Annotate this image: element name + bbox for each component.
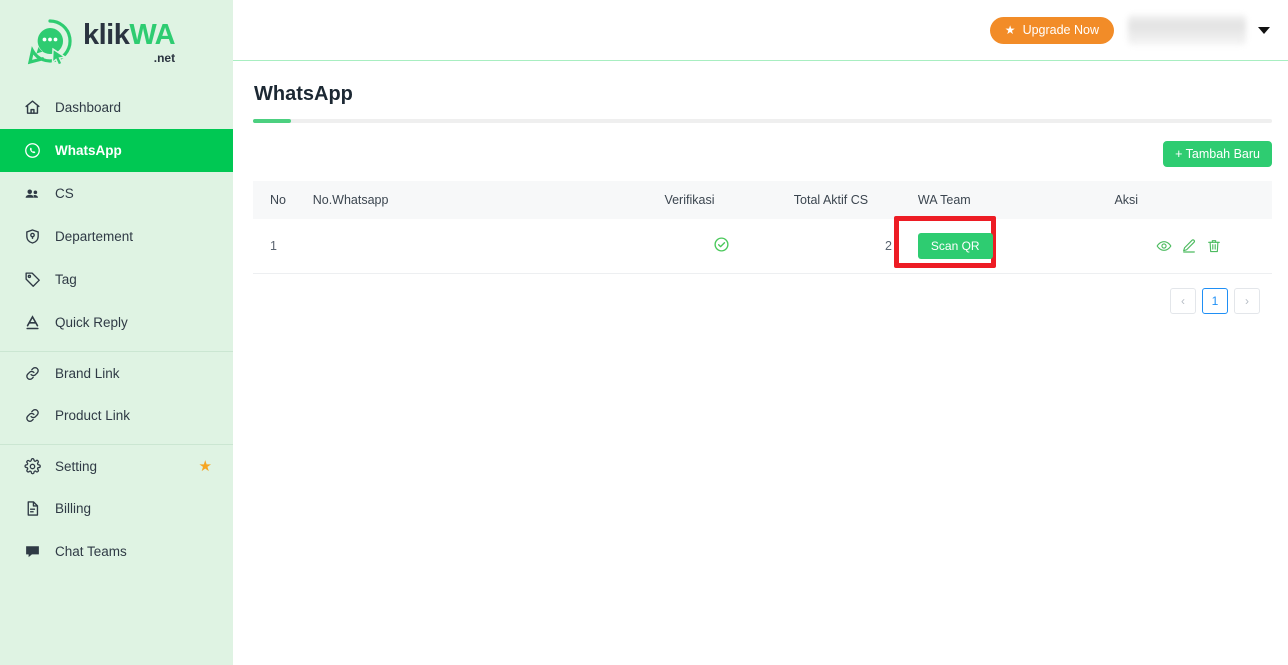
sidebar-item-label: Quick Reply — [55, 315, 128, 330]
sidebar-item-brand-link[interactable]: Brand Link — [0, 351, 233, 394]
sidebar-item-dashboard[interactable]: Dashboard — [0, 86, 233, 129]
column-header-whatsapp: No.Whatsapp — [304, 181, 657, 219]
document-icon — [21, 498, 43, 520]
tag-icon — [21, 269, 43, 291]
sidebar-item-product-link[interactable]: Product Link — [0, 394, 233, 437]
column-header-verifikasi: Verifikasi — [656, 181, 786, 219]
sidebar-nav: Dashboard WhatsApp CS Departement Tag Qu… — [0, 86, 233, 573]
cell-verifikasi — [656, 219, 786, 274]
chevron-down-icon[interactable] — [1258, 26, 1270, 34]
cell-no: 1 — [253, 219, 305, 274]
table-toolbar: + Tambah Baru — [253, 141, 1272, 167]
logo-wa-text: WA — [129, 18, 176, 51]
brand-wordmark: klikWA .net — [83, 18, 176, 65]
upgrade-now-button[interactable]: ★ Upgrade Now — [989, 16, 1114, 44]
scan-qr-button[interactable]: Scan QR — [917, 232, 993, 259]
column-header-total-aktif-cs: Total Aktif CS — [785, 181, 910, 219]
chat-icon — [21, 541, 43, 563]
shield-icon — [21, 226, 43, 248]
pagination-prev[interactable]: ‹ — [1170, 287, 1196, 314]
people-icon — [21, 183, 43, 205]
sidebar-item-label: Chat Teams — [55, 544, 127, 559]
column-header-wa-team: WA Team — [909, 181, 1107, 219]
gear-icon — [21, 455, 43, 477]
sidebar-item-label: Departement — [55, 229, 134, 244]
sidebar-item-label: Tag — [55, 272, 77, 287]
cell-aksi — [1106, 219, 1272, 274]
add-new-button[interactable]: + Tambah Baru — [1163, 141, 1272, 167]
pagination-page-1[interactable]: 1 — [1202, 287, 1228, 314]
table-head: No No.Whatsapp Verifikasi Total Aktif CS… — [253, 181, 1272, 219]
upgrade-now-label: Upgrade Now — [1022, 23, 1099, 37]
table-body: 1 2 Scan QR — [253, 215, 1272, 274]
link-icon — [21, 405, 43, 427]
sidebar-item-cs[interactable]: CS — [0, 172, 233, 215]
column-header-no: No — [253, 181, 305, 219]
cell-whatsapp-number — [304, 219, 657, 274]
pagination-next[interactable]: › — [1234, 287, 1260, 314]
sidebar-item-label: Product Link — [55, 408, 131, 423]
logo-klik-text: klik — [83, 18, 130, 51]
sidebar-item-departement[interactable]: Departement — [0, 215, 233, 258]
sidebar: klikWA .net Dashboard WhatsApp CS Depart… — [0, 0, 233, 665]
star-icon: ★ — [1004, 23, 1016, 37]
logo-tld-text: .net — [153, 50, 176, 65]
check-circle-icon — [713, 236, 730, 253]
sidebar-item-label: WhatsApp — [55, 143, 122, 158]
sidebar-item-label: Setting — [55, 458, 98, 474]
cell-wa-team: Scan QR — [893, 215, 1107, 274]
sidebar-item-tag[interactable]: Tag — [0, 258, 233, 301]
home-icon — [21, 97, 43, 119]
pagination: ‹ 1 › — [253, 287, 1272, 314]
sidebar-item-billing[interactable]: Billing — [0, 487, 233, 530]
main-area: ★ Upgrade Now WhatsApp + Tambah Baru No … — [233, 0, 1288, 665]
link-icon — [21, 362, 43, 384]
top-bar: ★ Upgrade Now — [233, 0, 1288, 61]
user-name-redacted — [1128, 15, 1246, 45]
sidebar-item-setting[interactable]: Setting ★ — [0, 444, 233, 487]
table-header-row: No No.Whatsapp Verifikasi Total Aktif CS… — [253, 181, 1272, 219]
trash-icon[interactable] — [1206, 238, 1222, 254]
chat-bubble-cursor-icon — [24, 16, 76, 68]
brand-logo[interactable]: klikWA .net — [0, 0, 233, 84]
whatsapp-table: No No.Whatsapp Verifikasi Total Aktif CS… — [253, 181, 1272, 274]
column-header-aksi: Aksi — [1106, 181, 1272, 219]
scan-qr-wrapper: Scan QR — [893, 215, 996, 268]
content-area: WhatsApp + Tambah Baru No No.Whatsapp Ve… — [233, 61, 1288, 314]
sidebar-item-label: Dashboard — [55, 100, 122, 115]
title-accent-rule — [253, 119, 1272, 123]
page-title: WhatsApp — [254, 83, 353, 105]
action-icon-group — [1114, 238, 1264, 254]
app-root: klikWA .net Dashboard WhatsApp CS Depart… — [0, 0, 1288, 665]
sidebar-item-label: Billing — [55, 501, 92, 516]
text-a-icon — [21, 312, 43, 334]
sidebar-item-label: Brand Link — [55, 365, 120, 381]
pencil-icon[interactable] — [1181, 238, 1197, 254]
table-row: 1 2 Scan QR — [253, 215, 1272, 274]
cell-total-aktif-cs: 2 — [785, 219, 910, 274]
eye-icon[interactable] — [1156, 238, 1172, 254]
whatsapp-icon — [21, 140, 43, 162]
sidebar-item-label: CS — [55, 186, 74, 201]
user-menu[interactable] — [1128, 15, 1280, 45]
star-icon: ★ — [198, 458, 212, 475]
sidebar-item-chat-teams[interactable]: Chat Teams — [0, 530, 233, 573]
sidebar-item-whatsapp[interactable]: WhatsApp — [0, 129, 233, 172]
sidebar-item-quick-reply[interactable]: Quick Reply — [0, 301, 233, 344]
